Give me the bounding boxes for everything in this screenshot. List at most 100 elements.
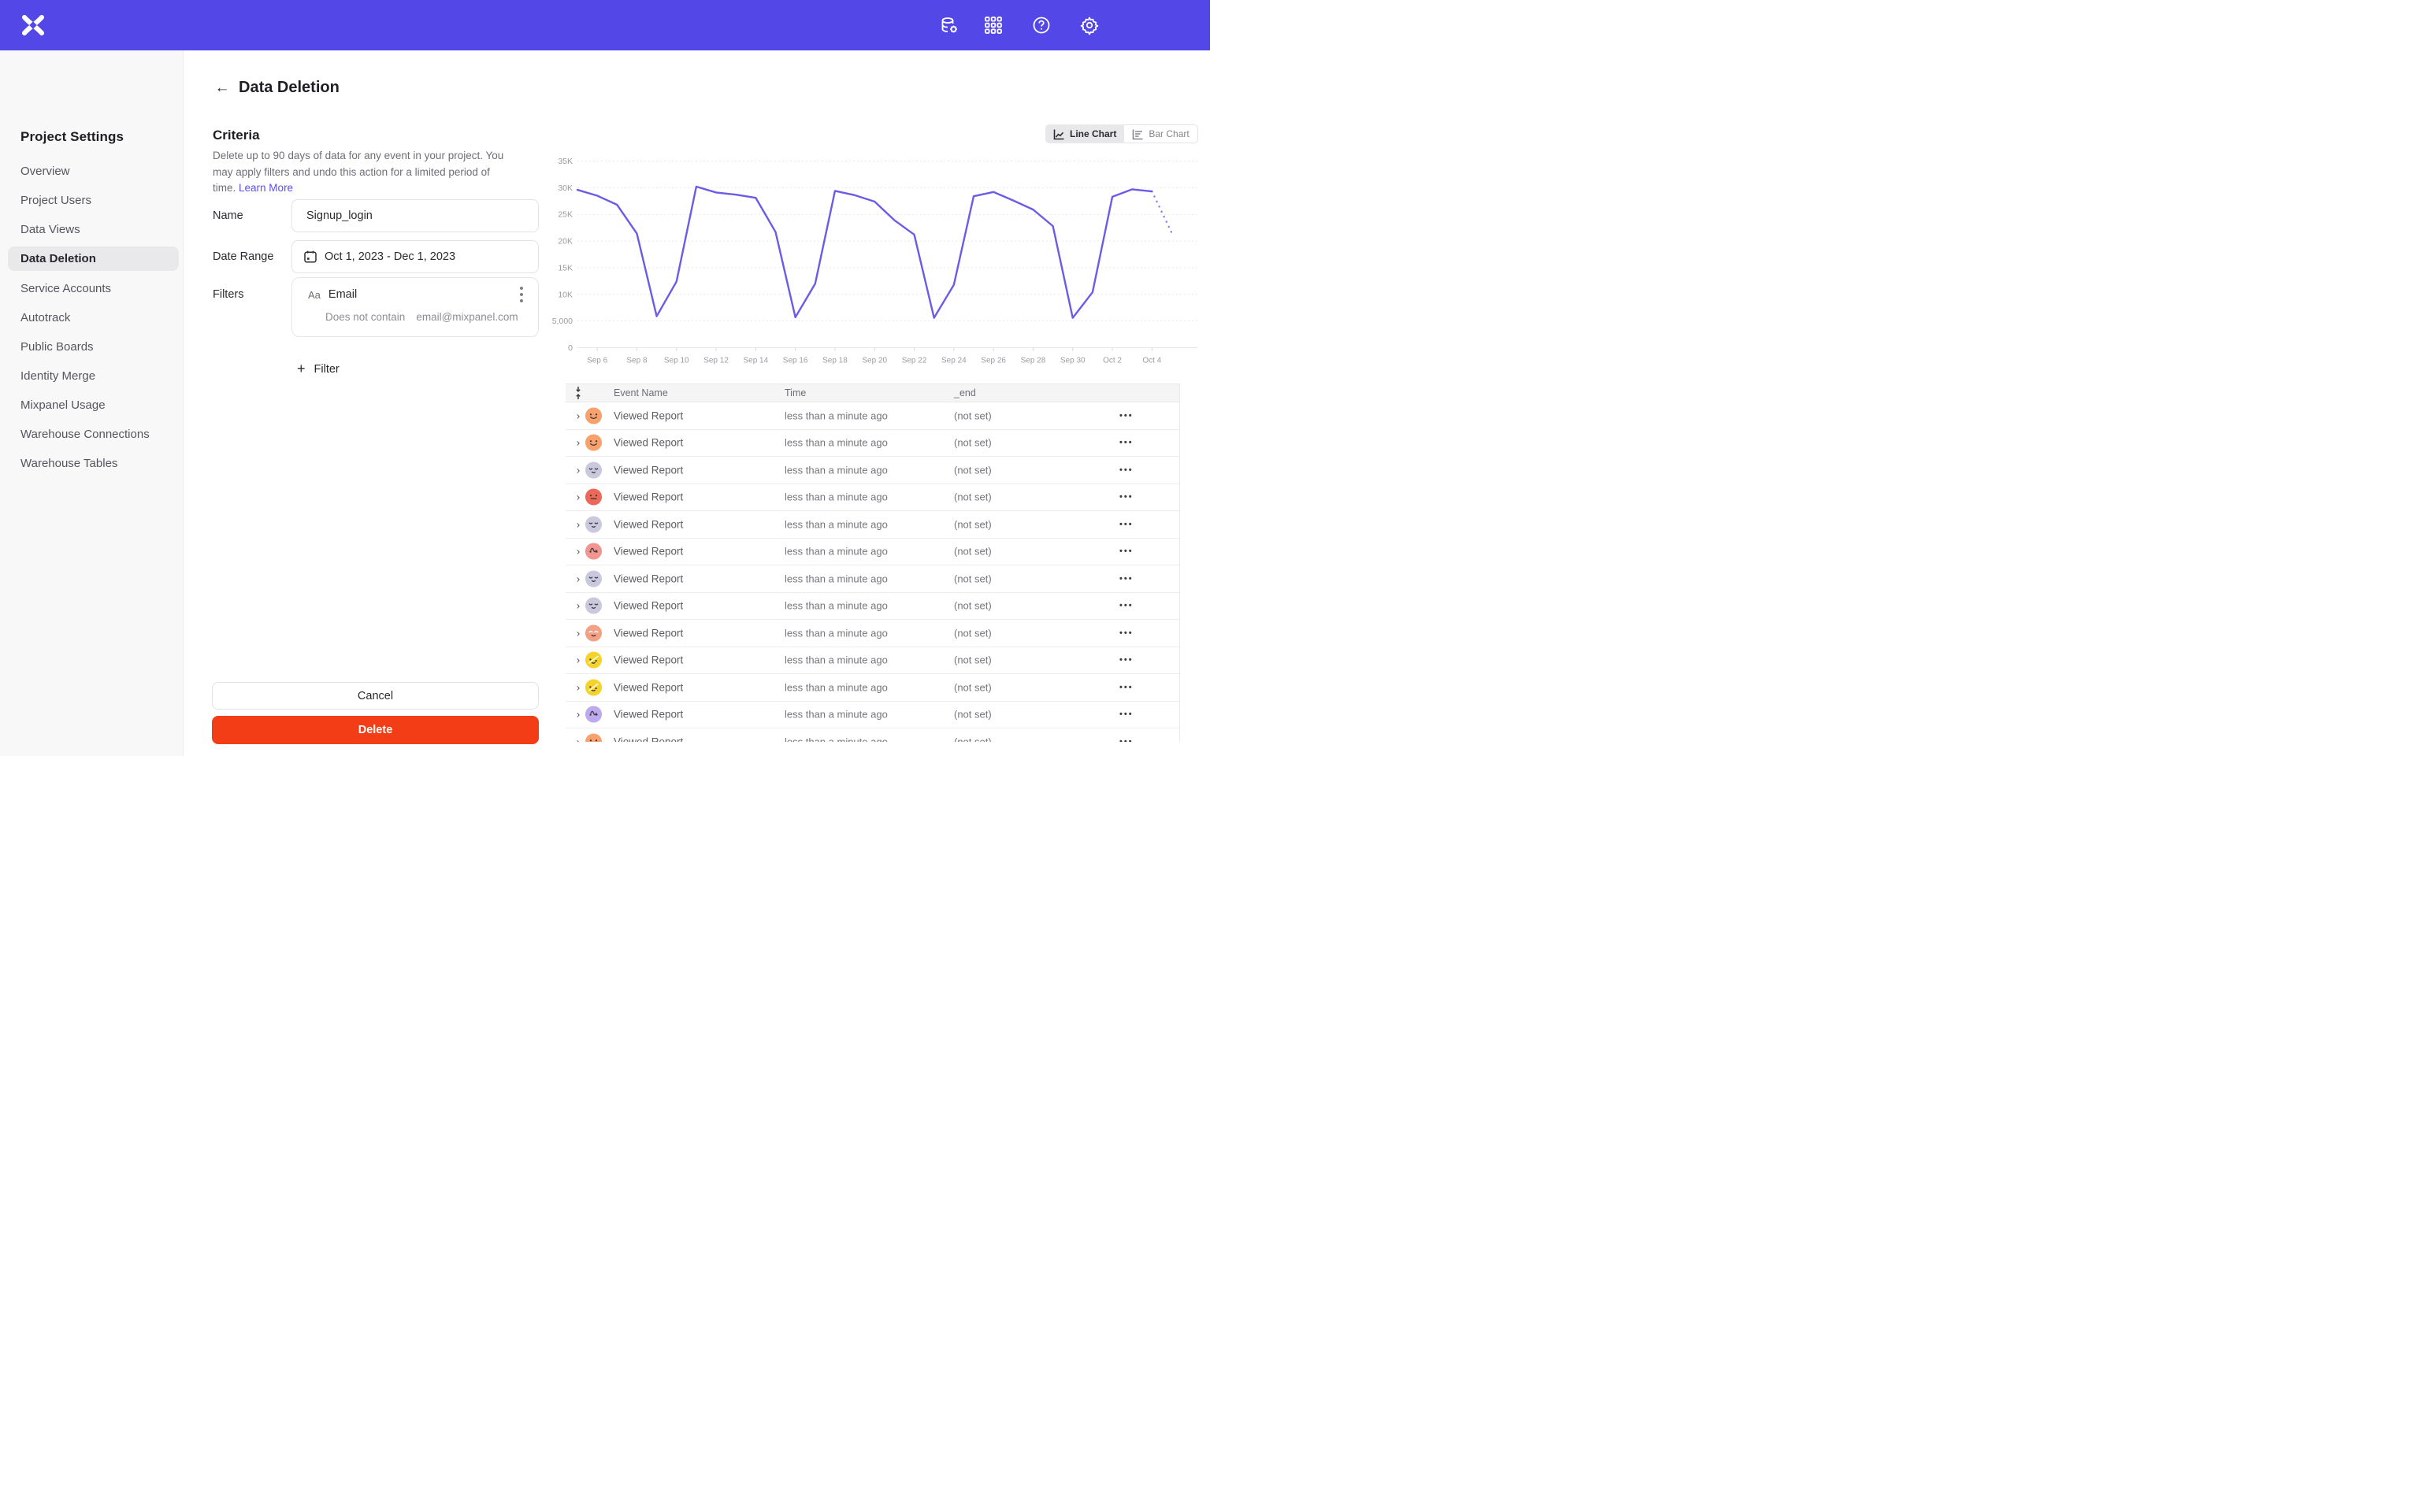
date-range-value: Oct 1, 2023 - Dec 1, 2023 [325, 250, 455, 263]
sidebar-title: Project Settings [20, 129, 124, 145]
sort-icon[interactable] [573, 386, 584, 400]
row-expand-chevron[interactable]: › [573, 681, 583, 693]
sidebar-item-service-accounts[interactable]: Service Accounts [0, 276, 184, 300]
sidebar-item-autotrack[interactable]: Autotrack [0, 306, 184, 329]
row-expand-chevron[interactable]: › [573, 573, 583, 584]
end-cell: (not set) [954, 437, 992, 449]
criteria-description: Delete up to 90 days of data for any eve… [213, 148, 547, 197]
time-cell: less than a minute ago [785, 573, 888, 584]
table-row[interactable]: ›.e{fill:#3a3a40}.m{fill:none;stroke:#3a… [566, 430, 1179, 458]
time-cell: less than a minute ago [785, 491, 888, 503]
settings-gear-icon[interactable] [1079, 15, 1100, 35]
row-expand-chevron[interactable]: › [573, 654, 583, 666]
col-header-time[interactable]: Time [785, 387, 806, 398]
sidebar-item-overview[interactable]: Overview [0, 159, 184, 183]
row-expand-chevron[interactable]: › [573, 600, 583, 612]
time-cell: less than a minute ago [785, 410, 888, 421]
table-row[interactable]: ›.e{fill:#3a3a40}.m{fill:none;stroke:#3a… [566, 620, 1179, 647]
x-axis-label: Sep 18 [822, 357, 848, 365]
row-menu-button[interactable]: ••• [1119, 574, 1134, 584]
row-expand-chevron[interactable]: › [573, 709, 583, 721]
event-name-cell: Viewed Report [614, 736, 683, 742]
time-cell: less than a minute ago [785, 464, 888, 476]
line-chart-tab[interactable]: Line Chart [1045, 124, 1124, 143]
sidebar-item-warehouse-connections[interactable]: Warehouse Connections [0, 422, 184, 446]
apps-grid-icon[interactable] [983, 15, 1004, 35]
name-input[interactable] [292, 209, 538, 222]
bar-chart-icon [1132, 128, 1144, 140]
line-chart-plot: 35K30K25K20K15K10K5,0000Sep 6Sep 8Sep 10… [551, 118, 1210, 390]
table-row[interactable]: ›.e{fill:#3a3a40}.m{fill:none;stroke:#3a… [566, 511, 1179, 539]
user-avatar: .e{fill:#3a3a40}.m{fill:none;stroke:#3a3… [585, 515, 603, 533]
row-menu-button[interactable]: ••• [1119, 601, 1134, 610]
row-menu-button[interactable]: ••• [1119, 737, 1134, 742]
row-menu-button[interactable]: ••• [1119, 492, 1134, 502]
row-expand-chevron[interactable]: › [573, 518, 583, 530]
row-expand-chevron[interactable]: › [573, 627, 583, 639]
table-row[interactable]: ›.e{fill:#3a3a40}.m{fill:none;stroke:#3a… [566, 457, 1179, 484]
row-expand-chevron[interactable]: › [573, 491, 583, 503]
row-menu-button[interactable]: ••• [1119, 438, 1134, 447]
row-menu-button[interactable]: ••• [1119, 683, 1134, 692]
add-filter-button[interactable]: + Filter [297, 361, 340, 377]
row-expand-chevron[interactable]: › [573, 410, 583, 421]
x-axis-label: Sep 8 [626, 357, 648, 365]
table-row[interactable]: ›.e{fill:#3a3a40}.m{fill:none;stroke:#3a… [566, 647, 1179, 675]
row-expand-chevron[interactable]: › [573, 437, 583, 449]
time-cell: less than a minute ago [785, 627, 888, 639]
x-axis-label: Sep 16 [783, 357, 808, 365]
row-menu-button[interactable]: ••• [1119, 520, 1134, 529]
event-name-cell: Viewed Report [614, 464, 683, 476]
table-row[interactable]: ›.e{fill:#3a3a40}.m{fill:none;stroke:#3a… [566, 674, 1179, 702]
sidebar-item-project-users[interactable]: Project Users [0, 188, 184, 212]
event-name-cell: Viewed Report [614, 491, 683, 503]
table-row[interactable]: ›.e{fill:#3a3a40}.m{fill:none;stroke:#3a… [566, 402, 1179, 430]
row-expand-chevron[interactable]: › [573, 736, 583, 742]
table-row[interactable]: ›.e{fill:#3a3a40}.m{fill:none;stroke:#3a… [566, 484, 1179, 512]
chart-line-series [577, 187, 1152, 318]
line-chart-tab-label: Line Chart [1070, 128, 1116, 139]
row-expand-chevron[interactable]: › [573, 546, 583, 558]
sidebar-item-identity-merge[interactable]: Identity Merge [0, 364, 184, 387]
learn-more-link[interactable]: Learn More [239, 182, 293, 194]
event-name-cell: Viewed Report [614, 600, 683, 612]
table-row[interactable]: ›.e{fill:#3a3a40}.m{fill:none;stroke:#3a… [566, 539, 1179, 566]
row-expand-chevron[interactable]: › [573, 464, 583, 476]
row-menu-button[interactable]: ••• [1119, 628, 1134, 638]
time-cell: less than a minute ago [785, 654, 888, 666]
table-row[interactable]: ›.e{fill:#3a3a40}.m{fill:none;stroke:#3a… [566, 593, 1179, 621]
bar-chart-tab[interactable]: Bar Chart [1124, 124, 1197, 143]
table-row[interactable]: ›.e{fill:#3a3a40}.m{fill:none;stroke:#3a… [566, 702, 1179, 729]
col-header-event-name[interactable]: Event Name [614, 387, 668, 398]
delete-button[interactable]: Delete [212, 716, 539, 744]
date-range-picker[interactable]: Oct 1, 2023 - Dec 1, 2023 [291, 240, 539, 273]
filter-card-email[interactable]: Aa Email ••• Does not containemail@mixpa… [291, 277, 539, 337]
col-header-end[interactable]: _end [954, 387, 976, 398]
help-icon[interactable] [1031, 15, 1052, 35]
sidebar-item-public-boards[interactable]: Public Boards [0, 335, 184, 358]
x-axis-label: Oct 4 [1142, 357, 1161, 365]
user-avatar: .e{fill:#3a3a40}.m{fill:none;stroke:#3a3… [585, 597, 603, 615]
user-avatar: .e{fill:#3a3a40}.m{fill:none;stroke:#3a3… [585, 706, 603, 724]
table-row[interactable]: ›.e{fill:#3a3a40}.m{fill:none;stroke:#3a… [566, 728, 1179, 742]
filter-kebab-menu[interactable]: ••• [514, 286, 529, 305]
sidebar-item-data-deletion[interactable]: Data Deletion [8, 246, 179, 271]
row-menu-button[interactable]: ••• [1119, 411, 1134, 421]
row-menu-button[interactable]: ••• [1119, 655, 1134, 665]
y-axis-label: 0 [568, 343, 573, 353]
x-axis-label: Sep 20 [862, 357, 887, 365]
row-menu-button[interactable]: ••• [1119, 547, 1134, 556]
data-deletion-page: Project Settings Overview Project Users Da… [0, 0, 1210, 756]
x-axis-label: Sep 14 [743, 357, 768, 365]
sidebar-item-mixpanel-usage[interactable]: Mixpanel Usage [0, 393, 184, 417]
sidebar-item-data-views[interactable]: Data Views [0, 217, 184, 241]
mixpanel-logo[interactable] [20, 14, 46, 36]
row-menu-button[interactable]: ••• [1119, 465, 1134, 475]
row-menu-button[interactable]: ••• [1119, 710, 1134, 719]
cancel-button[interactable]: Cancel [212, 682, 539, 710]
sidebar-item-warehouse-tables[interactable]: Warehouse Tables [0, 451, 184, 475]
table-row[interactable]: ›.e{fill:#3a3a40}.m{fill:none;stroke:#3a… [566, 565, 1179, 593]
data-settings-icon[interactable] [939, 15, 959, 35]
end-cell: (not set) [954, 681, 992, 693]
back-button[interactable]: ← [212, 78, 232, 98]
